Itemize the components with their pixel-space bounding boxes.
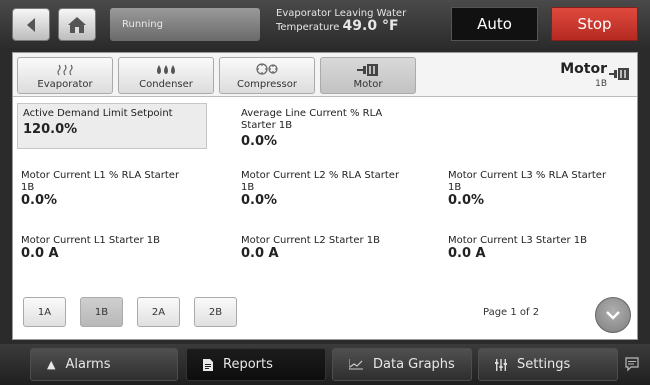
page-down-button[interactable] bbox=[595, 297, 631, 333]
tab-motor-label: Motor bbox=[353, 79, 383, 90]
home-icon bbox=[68, 16, 86, 33]
motor-icon bbox=[357, 64, 378, 76]
tab-evaporator[interactable]: Evaporator bbox=[17, 57, 113, 94]
motor-current-l1-amps: Motor Current L1 Starter 1B 0.0 A bbox=[21, 235, 221, 260]
settings-label: Settings bbox=[517, 357, 571, 372]
top-bar: Running Evaporator Leaving Water Tempera… bbox=[0, 0, 650, 50]
message-icon[interactable] bbox=[624, 356, 640, 376]
l2-rla-value: 0.0% bbox=[241, 193, 278, 208]
compressor-icon bbox=[256, 63, 278, 75]
l3-rla-label-1: Motor Current L3 % RLA Starter bbox=[448, 170, 607, 181]
tab-condenser[interactable]: Condenser bbox=[118, 57, 214, 94]
l1-rla-label-1: Motor Current L1 % RLA Starter bbox=[21, 170, 180, 181]
component-tabs: Evaporator Condenser Compressor Motor Mo… bbox=[13, 53, 637, 97]
component-subtitle: 1B bbox=[595, 79, 607, 89]
motor-current-l1-rla: Motor Current L1 % RLA Starter 1B 0.0% bbox=[21, 170, 221, 207]
auto-button[interactable]: Auto bbox=[451, 7, 538, 41]
back-button[interactable] bbox=[12, 8, 50, 41]
page-indicator: Page 1 of 2 bbox=[483, 307, 540, 318]
starter-button-1b[interactable]: 1B bbox=[80, 297, 123, 327]
back-arrow-icon bbox=[27, 17, 35, 32]
home-button[interactable] bbox=[58, 8, 96, 41]
component-title: Motor 1B bbox=[560, 61, 607, 89]
tab-condenser-label: Condenser bbox=[139, 79, 193, 90]
condenser-icon bbox=[157, 65, 175, 74]
tab-compressor[interactable]: Compressor bbox=[219, 57, 315, 94]
evaporator-icon bbox=[57, 64, 73, 76]
starter-button-2b[interactable]: 2B bbox=[194, 297, 237, 327]
starter-button-1a[interactable]: 1A bbox=[23, 297, 66, 327]
alarms-button[interactable]: ▲ Alarms bbox=[30, 348, 178, 381]
motor-header-icon bbox=[609, 65, 629, 84]
motor-current-l2-amps: Motor Current L2 Starter 1B 0.0 A bbox=[241, 235, 441, 260]
settings-button[interactable]: Settings bbox=[478, 348, 618, 381]
reports-button[interactable]: Reports bbox=[186, 348, 326, 381]
motor-current-l2-rla: Motor Current L2 % RLA Starter 1B 0.0% bbox=[241, 170, 441, 207]
alarms-label: Alarms bbox=[65, 357, 111, 372]
l1-amp-value: 0.0 A bbox=[21, 246, 59, 261]
evap-temp-value: 49.0 °F bbox=[342, 18, 399, 34]
sliders-icon bbox=[495, 358, 507, 371]
l1-rla-value: 0.0% bbox=[21, 193, 58, 208]
evap-temp-label-2: Temperature bbox=[276, 22, 340, 33]
stop-button[interactable]: Stop bbox=[551, 7, 638, 41]
active-demand-label: Active Demand Limit Setpoint bbox=[23, 108, 173, 119]
evap-leaving-water-temp: Evaporator Leaving Water Temperature 49.… bbox=[276, 7, 406, 34]
motor-current-l3-rla: Motor Current L3 % RLA Starter 1B 0.0% bbox=[448, 170, 633, 207]
reports-label: Reports bbox=[223, 357, 273, 372]
component-title-text: Motor bbox=[560, 61, 607, 77]
unit-status: Running bbox=[110, 8, 260, 41]
active-demand-value: 120.0% bbox=[23, 122, 78, 137]
bell-icon: ▲ bbox=[47, 358, 56, 371]
graph-icon bbox=[349, 359, 363, 370]
report-icon bbox=[203, 358, 213, 371]
data-graphs-label: Data Graphs bbox=[373, 357, 455, 372]
l3-amp-value: 0.0 A bbox=[448, 246, 486, 261]
starter-button-2a[interactable]: 2A bbox=[137, 297, 180, 327]
l2-rla-label-1: Motor Current L2 % RLA Starter bbox=[241, 170, 400, 181]
tab-motor[interactable]: Motor bbox=[320, 57, 416, 94]
active-demand-limit-setpoint[interactable]: Active Demand Limit Setpoint 120.0% bbox=[17, 103, 207, 149]
avg-line-value: 0.0% bbox=[241, 134, 278, 149]
avg-line-label-2: Starter 1B bbox=[241, 120, 293, 131]
motor-current-l3-amps: Motor Current L3 Starter 1B 0.0 A bbox=[448, 235, 633, 260]
l3-rla-value: 0.0% bbox=[448, 193, 485, 208]
chevron-down-icon bbox=[606, 311, 620, 320]
component-panel: Evaporator Condenser Compressor Motor Mo… bbox=[12, 52, 638, 340]
avg-line-label-1: Average Line Current % RLA bbox=[241, 108, 383, 119]
l2-amp-value: 0.0 A bbox=[241, 246, 279, 261]
bottom-nav: ▲ Alarms Reports Data Graphs Settings bbox=[0, 344, 650, 385]
average-line-current: Average Line Current % RLA Starter 1B 0.… bbox=[241, 108, 431, 148]
tab-evaporator-label: Evaporator bbox=[37, 79, 93, 90]
data-graphs-button[interactable]: Data Graphs bbox=[332, 348, 472, 381]
tab-compressor-label: Compressor bbox=[237, 79, 297, 90]
